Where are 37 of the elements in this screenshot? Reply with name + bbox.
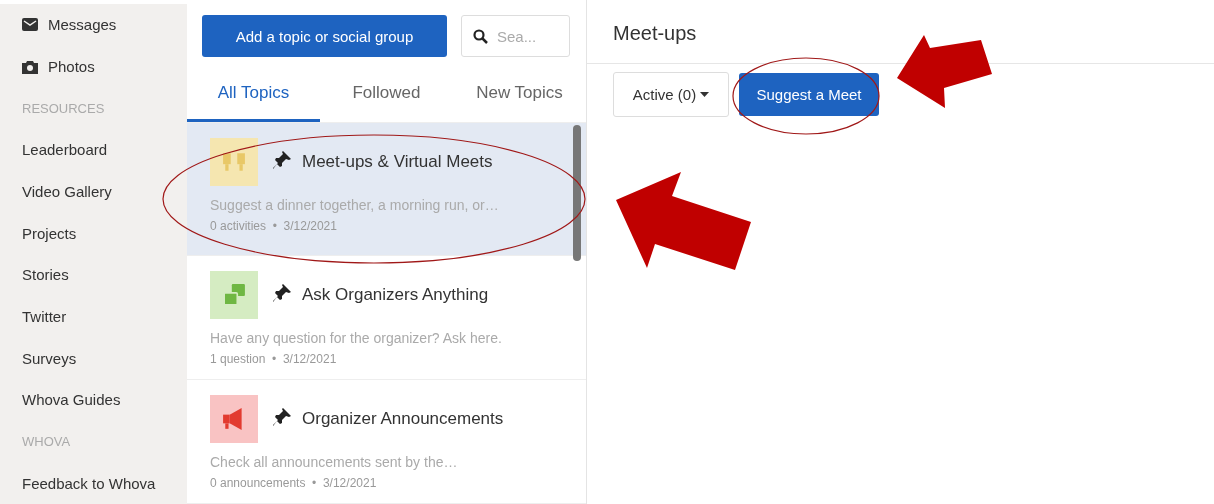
topic-title: Ask Organizers Anything xyxy=(302,285,489,306)
search-field[interactable]: Sea... xyxy=(461,15,570,57)
topic-meta: 1 question • 3/12/2021 xyxy=(210,352,337,367)
topic-title: Meet-ups & Virtual Meets xyxy=(302,151,493,172)
section-header: WHOVA xyxy=(22,434,71,450)
topic-description: Check all announcements sent by the… xyxy=(210,453,459,471)
sidebar-item[interactable]: Stories xyxy=(22,266,69,284)
section-header: RESOURCES xyxy=(22,100,105,116)
suggest-meet-button[interactable]: Suggest a Meet xyxy=(739,73,879,116)
topic-description: Suggest a dinner together, a morning run, or… xyxy=(210,195,500,213)
camera-icon xyxy=(22,59,38,74)
topic-meta: 0 activities • 3/12/2021 xyxy=(210,218,337,233)
scrollbar-thumb[interactable] xyxy=(573,125,581,261)
sidebar-item[interactable]: Leaderboard xyxy=(22,141,108,159)
search-icon xyxy=(473,29,488,44)
filter-dropdown[interactable]: Active (0) xyxy=(613,72,729,117)
sidebar-item[interactable]: Video Gallery xyxy=(22,183,112,200)
caret-icon xyxy=(700,92,710,97)
tab[interactable]: New Topics xyxy=(453,57,586,122)
tab[interactable]: Followed xyxy=(320,57,453,122)
sidebar-item[interactable]: Photos xyxy=(48,58,95,75)
sidebar-item[interactable]: Whova Guides xyxy=(22,391,121,409)
page-title: Meet-ups xyxy=(613,22,697,44)
sidebar-item[interactable]: Surveys xyxy=(22,349,77,367)
topic-item[interactable]: Meet-ups & Virtual Meets Suggest a dinner together, a morning run, or… 0 activities • 3/12/2021 xyxy=(187,122,586,257)
sidebar-item[interactable]: Twitter xyxy=(22,308,67,326)
topic-title: Organizer Announcements xyxy=(302,409,504,430)
topic-meta: 0 announcements • 3/12/2021 xyxy=(210,476,377,491)
sidebar-item[interactable]: Messages xyxy=(48,16,117,34)
sidebar-item[interactable]: Projects xyxy=(22,224,77,242)
topic-item[interactable]: Ask Organizers Anything Have any question for the organizer? Ask here. 1 question • 3/12/2021 xyxy=(187,256,586,381)
sidebar-item[interactable]: Feedback to Whova xyxy=(22,474,156,492)
topic-item[interactable]: Organizer Announcements Check all announcements sent by the… 0 announcements • 3/12/2021 xyxy=(187,380,586,504)
pin-icon xyxy=(272,149,292,170)
envelope-icon xyxy=(22,18,38,32)
add-topic-button[interactable]: Add a topic or social group xyxy=(202,15,447,57)
topic-description: Have any question for the organizer? Ask here. xyxy=(210,329,503,347)
